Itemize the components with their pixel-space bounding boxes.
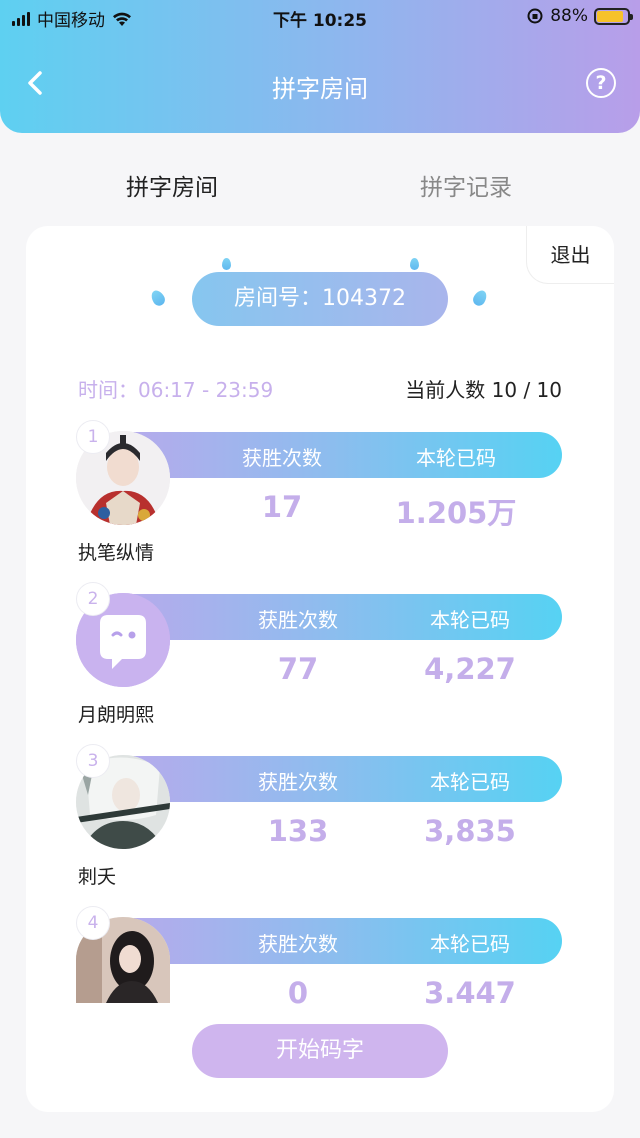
wins-value: 0 bbox=[287, 976, 309, 1010]
room-card: 退出 房间号：104372 时间：06:17 - 23:59 当前人数 10 /… bbox=[26, 226, 614, 1112]
rank-badge: 2 bbox=[76, 582, 110, 616]
room-time: 时间：06:17 - 23:59 bbox=[78, 378, 274, 402]
wins-value: 77 bbox=[277, 652, 319, 686]
room-number-label: 房间号：104372 bbox=[234, 286, 406, 311]
typed-value: 3.447 bbox=[424, 976, 516, 1010]
drop-decoration-icon bbox=[148, 288, 168, 308]
battery-icon bbox=[594, 7, 633, 25]
status-bar: 中国移动 下午 10:25 88% bbox=[0, 0, 640, 34]
player-name: 刺夭 bbox=[78, 866, 117, 888]
player-name: 月朗明熙 bbox=[78, 704, 155, 726]
wins-value: 133 bbox=[267, 814, 329, 848]
wins-label: 获胜次数 bbox=[242, 446, 322, 470]
start-typing-button[interactable]: 开始码字 bbox=[192, 1024, 448, 1078]
wins-label: 获胜次数 bbox=[258, 770, 338, 794]
wins-value: 17 bbox=[261, 490, 303, 524]
battery-percent: 88% bbox=[550, 6, 588, 26]
typed-label: 本轮已码 bbox=[416, 446, 496, 470]
room-number-badge: 房间号：104372 bbox=[192, 272, 448, 326]
drop-decoration-icon bbox=[410, 258, 419, 270]
drop-decoration-icon bbox=[222, 258, 231, 270]
rank-badge: 4 bbox=[76, 906, 110, 940]
player-row: 3 获胜次数 本轮已码 133 3,835 刺夭 bbox=[76, 744, 566, 900]
player-row: 2 获胜次数 本轮已码 77 4,227 月朗明熙 bbox=[76, 582, 566, 738]
header-background: 中国移动 下午 10:25 88% 拼字房间 ? bbox=[0, 0, 640, 133]
tab-bar: 拼字房间 拼字记录 bbox=[0, 168, 640, 204]
tab-room[interactable]: 拼字房间 bbox=[72, 168, 272, 202]
player-name: 执笔纵情 bbox=[78, 542, 155, 564]
typed-value: 1.205万 bbox=[395, 496, 517, 530]
wins-label: 获胜次数 bbox=[258, 932, 338, 956]
typed-label: 本轮已码 bbox=[430, 932, 510, 956]
tab-records[interactable]: 拼字记录 bbox=[366, 168, 566, 202]
player-row: 1 获胜次数 本轮已码 17 1.205万 执笔纵情 bbox=[76, 420, 566, 576]
exit-button[interactable]: 退出 bbox=[526, 226, 614, 284]
player-row: 4 获胜次数 本轮已码 0 3.447 bbox=[76, 906, 566, 1010]
rank-badge: 3 bbox=[76, 744, 110, 778]
nav-bar: 拼字房间 ? bbox=[0, 55, 640, 111]
drop-decoration-icon bbox=[470, 288, 490, 308]
orientation-lock-icon bbox=[527, 8, 543, 24]
typed-value: 4,227 bbox=[424, 652, 516, 686]
page-title: 拼字房间 bbox=[272, 75, 368, 103]
typed-label: 本轮已码 bbox=[430, 770, 510, 794]
player-count: 当前人数 10 / 10 bbox=[405, 378, 562, 402]
wins-label: 获胜次数 bbox=[258, 608, 338, 632]
typed-value: 3,835 bbox=[424, 814, 516, 848]
help-icon[interactable]: ? bbox=[586, 68, 616, 98]
rank-badge: 1 bbox=[76, 420, 110, 454]
typed-label: 本轮已码 bbox=[430, 608, 510, 632]
